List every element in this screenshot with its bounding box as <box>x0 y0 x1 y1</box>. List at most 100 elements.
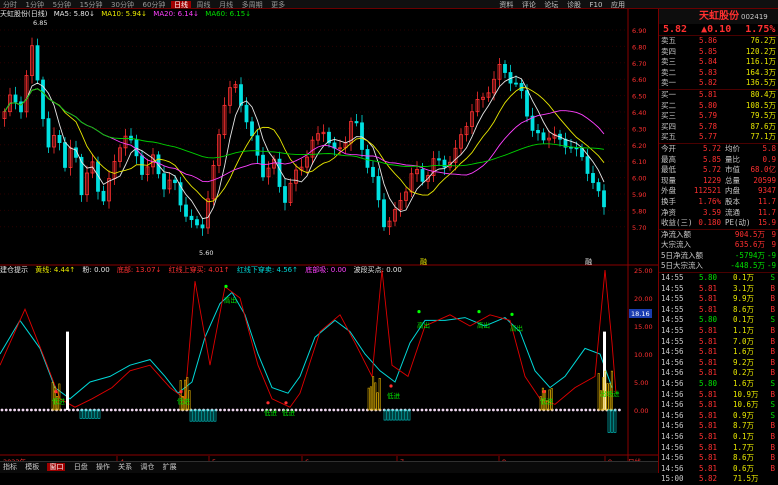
ind-neg-bar <box>404 409 408 421</box>
stat-row[interactable]: 换手 1.76% 股本 11.7 <box>659 197 778 208</box>
tick-side: S <box>770 379 775 388</box>
tick-row[interactable]: 14:55 5.81 3.1万 B <box>659 284 778 295</box>
tick-row[interactable]: 14:56 5.81 0.1万 B <box>659 432 778 443</box>
tick-side: B <box>770 326 775 336</box>
flow-row[interactable]: 5日大宗流入 -448.5万 -9 <box>659 261 778 272</box>
flow-extra: 9 <box>771 229 776 239</box>
tick-row[interactable]: 14:55 5.81 1.1万 B <box>659 326 778 337</box>
candle-body <box>365 149 370 168</box>
flow-row[interactable]: 5日净流入额 -5794万 -9 <box>659 251 778 262</box>
ind-bar <box>369 386 372 411</box>
ask-row[interactable]: 卖二 5.83 164.3万 <box>659 68 778 79</box>
ind-neg-bar <box>94 409 98 419</box>
flow-row[interactable]: 大宗流入 635.6万 9 <box>659 240 778 251</box>
ind-cyan-line <box>0 291 613 400</box>
bottom-tab-active[interactable]: 窗口 <box>47 463 66 471</box>
baseline-dot <box>324 408 327 412</box>
baseline-dot <box>76 408 79 412</box>
tick-row[interactable]: 14:56 5.80 1.6万 S <box>659 379 778 390</box>
bid-row[interactable]: 买五 5.77 77.1万 <box>659 132 778 143</box>
stat-row[interactable]: 收益(三) 0.180 PE(动) 15.9 <box>659 218 778 229</box>
bid-row[interactable]: 买四 5.78 87.6万 <box>659 122 778 133</box>
tick-row[interactable]: 14:55 5.81 7.0万 B <box>659 337 778 348</box>
baseline-dot <box>492 408 495 412</box>
tick-price: 5.81 <box>699 431 718 441</box>
baseline-dot <box>433 408 436 412</box>
tick-volume: 0.1万 <box>733 273 755 283</box>
bottom-tab[interactable]: 操作 <box>96 463 110 471</box>
baseline-dot <box>172 408 176 412</box>
bid-row[interactable]: 买二 5.80 108.5万 <box>659 101 778 112</box>
tick-price: 5.81 <box>699 410 718 420</box>
bottom-tab[interactable]: 调仓 <box>140 463 154 471</box>
signal-label-low: 低进 <box>282 408 296 417</box>
candle-body <box>382 199 386 228</box>
price-tick-label: 5.80 <box>632 207 646 215</box>
tick-row[interactable]: 14:56 5.81 0.2万 B <box>659 368 778 379</box>
stat-value: 1.76% <box>698 196 721 206</box>
tick-row[interactable]: 14:55 5.81 8.6万 B <box>659 305 778 316</box>
tick-time: 14:56 <box>661 379 684 388</box>
stat-label: 净资 <box>661 207 676 217</box>
tick-row[interactable]: 14:55 5.80 0.1万 S <box>659 273 778 284</box>
baseline-dot <box>424 408 428 412</box>
bottom-tab[interactable]: 关系 <box>118 463 132 471</box>
tick-volume: 10.9万 <box>733 389 759 399</box>
stock-title[interactable]: 天虹股份 002419 <box>659 9 778 24</box>
price-tick-label: 6.70 <box>632 60 646 68</box>
ask-row[interactable]: 卖五 5.86 76.2万 <box>659 36 778 47</box>
bottom-tab[interactable]: 指标 <box>3 463 17 471</box>
tick-volume: 0.1万 <box>733 431 755 441</box>
tick-row[interactable]: 14:55 5.81 9.9万 B <box>659 294 778 305</box>
bid-row[interactable]: 买三 5.79 79.5万 <box>659 111 778 122</box>
baseline-dot <box>517 408 520 412</box>
baseline-dot <box>277 408 281 412</box>
flow-row[interactable]: 净流入额 904.5万 9 <box>659 230 778 241</box>
signal-label-high: 高出 <box>224 295 237 304</box>
baseline-dot <box>63 408 67 412</box>
stat-row[interactable]: 今开 5.72 均价 5.8 <box>659 144 778 155</box>
ask-row[interactable]: 卖一 5.82 136.5万 <box>659 78 778 89</box>
bid-row[interactable]: 买一 5.81 80.4万 <box>659 90 778 101</box>
bottom-tab[interactable]: 日盘 <box>74 463 88 471</box>
stat-row[interactable]: 最高 5.85 量比 0.9 <box>659 155 778 166</box>
stat-value: 11.7 <box>757 207 776 217</box>
stat-row[interactable]: 最低 5.72 市值 68.0亿 <box>659 165 778 176</box>
tick-row[interactable]: 14:56 5.81 10.9万 B <box>659 390 778 401</box>
tick-row[interactable]: 14:56 5.81 1.7万 B <box>659 443 778 454</box>
candle-body <box>420 169 425 182</box>
tick-side: S <box>770 273 775 283</box>
chart-canvas[interactable]: 6.90 6.80 6.70 6.60 6.50 6.40 6.30 6.20 6.10 6.00… <box>0 0 658 461</box>
margin-marker: 融 <box>585 257 592 266</box>
signal-label-low: 低进 <box>52 397 66 406</box>
tick-row[interactable]: 14:56 5.81 8.6万 B <box>659 453 778 464</box>
price-row: 5.82 ▲0.10 1.75% <box>659 24 778 36</box>
stat-row[interactable]: 净资 3.59 流通 11.7 <box>659 208 778 219</box>
tick-row[interactable]: 14:55 5.80 0.1万 S <box>659 315 778 326</box>
bottom-tab[interactable]: 模板 <box>25 463 39 471</box>
tick-row[interactable]: 14:56 5.81 1.6万 B <box>659 347 778 358</box>
tick-row[interactable]: 14:56 5.81 10.6万 S <box>659 400 778 411</box>
ask-row[interactable]: 卖三 5.84 116.1万 <box>659 57 778 68</box>
tick-volume: 0.9万 <box>733 410 755 420</box>
tick-side: S <box>770 315 775 325</box>
stat-row[interactable]: 现量 1229 总量 20599 <box>659 176 778 187</box>
tick-time: 14:55 <box>661 336 684 346</box>
stat-row[interactable]: 外盘 112521 内盘 9347 <box>659 186 778 197</box>
tick-row[interactable]: 14:56 5.81 0.9万 S <box>659 411 778 422</box>
bottom-tab[interactable]: 扩展 <box>163 463 177 471</box>
tick-row[interactable]: 14:56 5.81 9.2万 B <box>659 358 778 369</box>
tick-row[interactable]: 15:00 5.82 71.5万 <box>659 474 778 485</box>
tick-list[interactable]: 14:55 5.80 0.1万 S 14:55 5.81 3.1万 B 14:55 5.81 9.9… <box>659 273 778 485</box>
baseline-dot <box>147 408 151 412</box>
stat-value: 15.9 <box>757 218 776 228</box>
tick-row[interactable]: 14:56 5.81 8.7万 B <box>659 421 778 432</box>
ask-row[interactable]: 卖四 5.85 120.2万 <box>659 47 778 58</box>
tick-volume: 1.6万 <box>733 379 755 388</box>
baseline-dot <box>345 408 348 412</box>
candle-body <box>514 82 518 85</box>
ind-tick-label: 15.00 <box>634 323 653 331</box>
tick-volume: 9.9万 <box>733 294 755 304</box>
candle-body <box>442 159 447 168</box>
tick-price: 5.81 <box>699 294 718 304</box>
